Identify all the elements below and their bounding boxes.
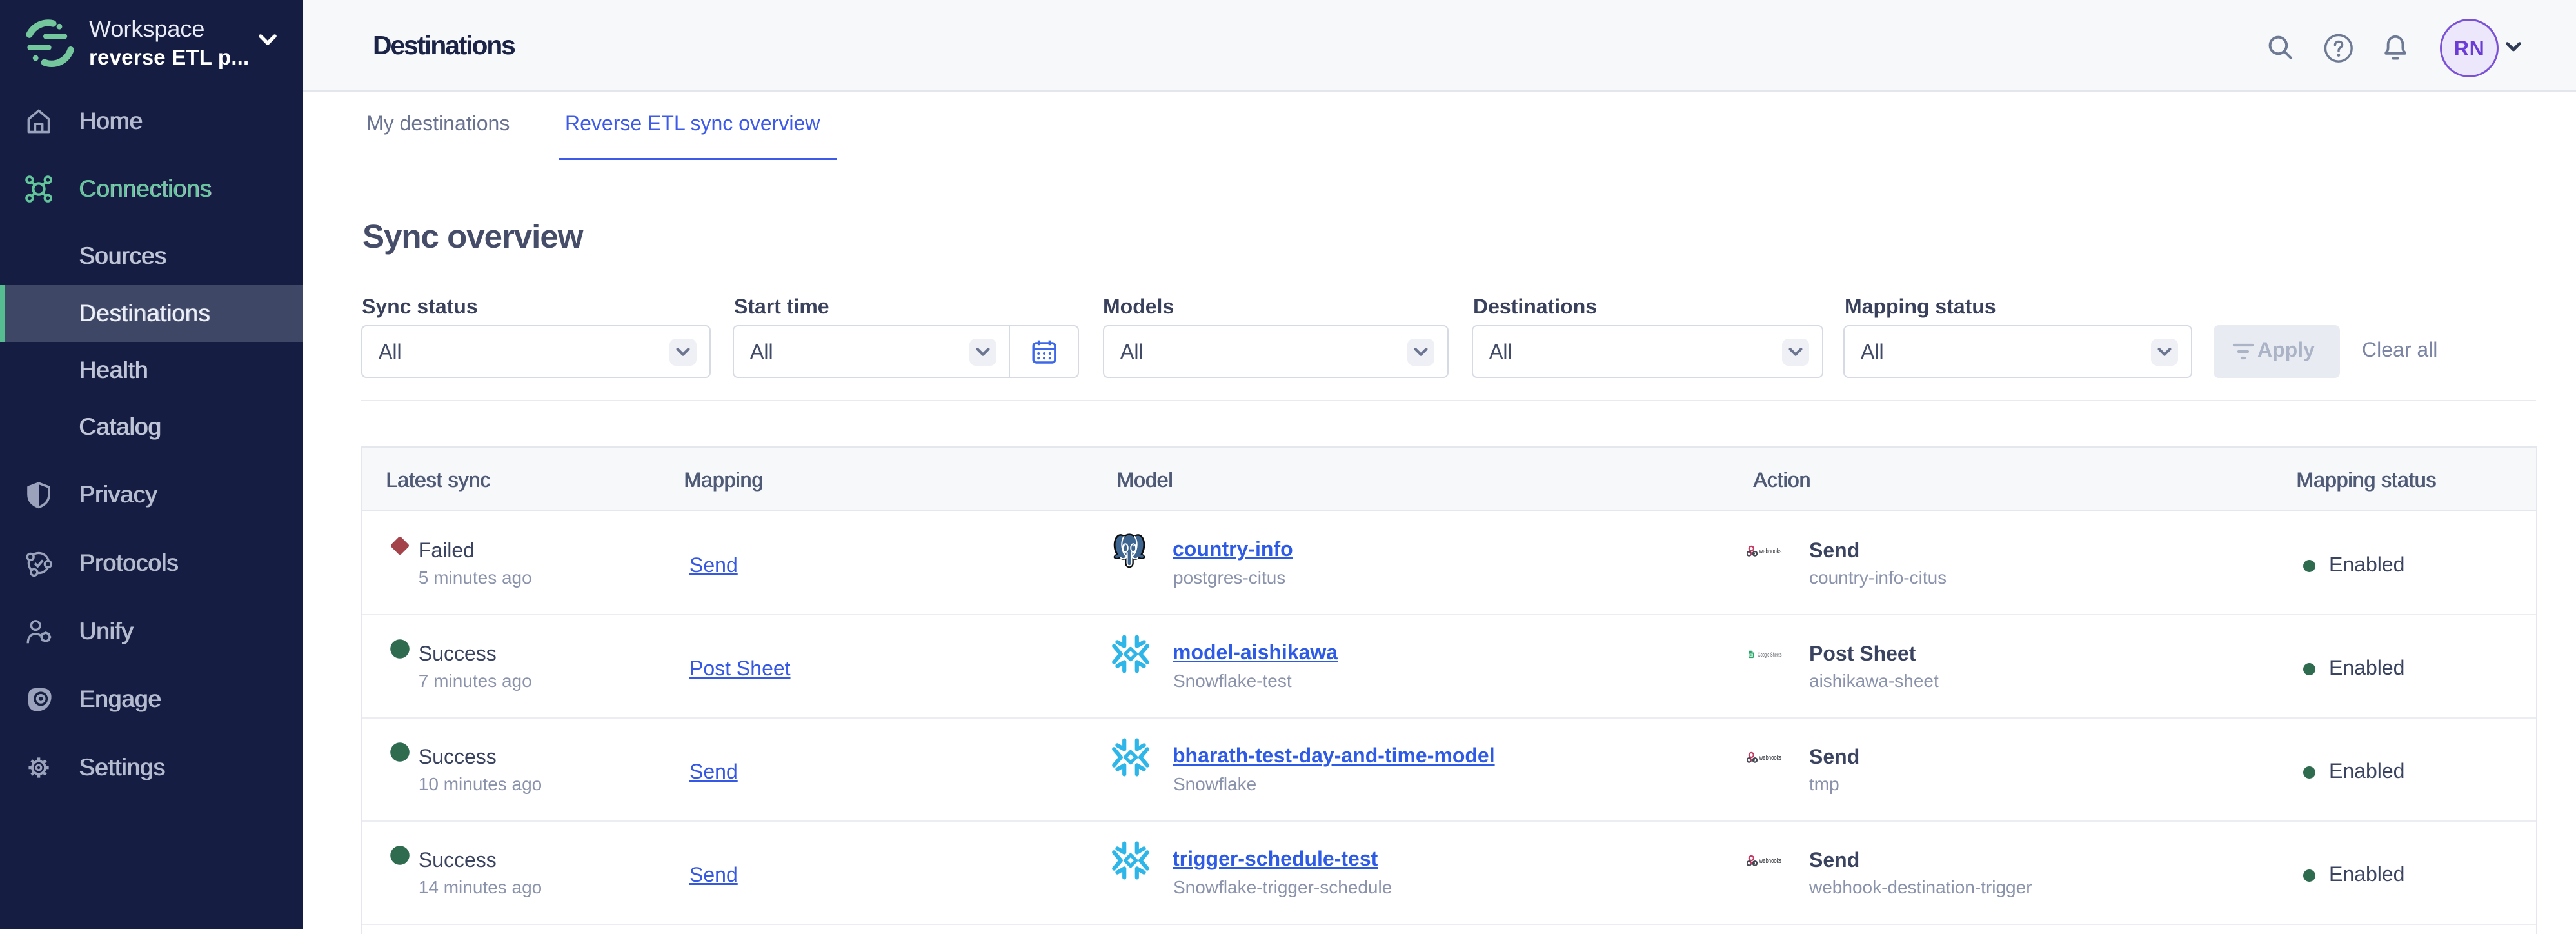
svg-text:webhooks: webhooks	[1759, 548, 1782, 555]
svg-text:Google Sheets: Google Sheets	[1758, 651, 1781, 658]
svg-text:webhooks: webhooks	[1759, 857, 1782, 865]
svg-text:webhooks: webhooks	[1759, 754, 1782, 762]
